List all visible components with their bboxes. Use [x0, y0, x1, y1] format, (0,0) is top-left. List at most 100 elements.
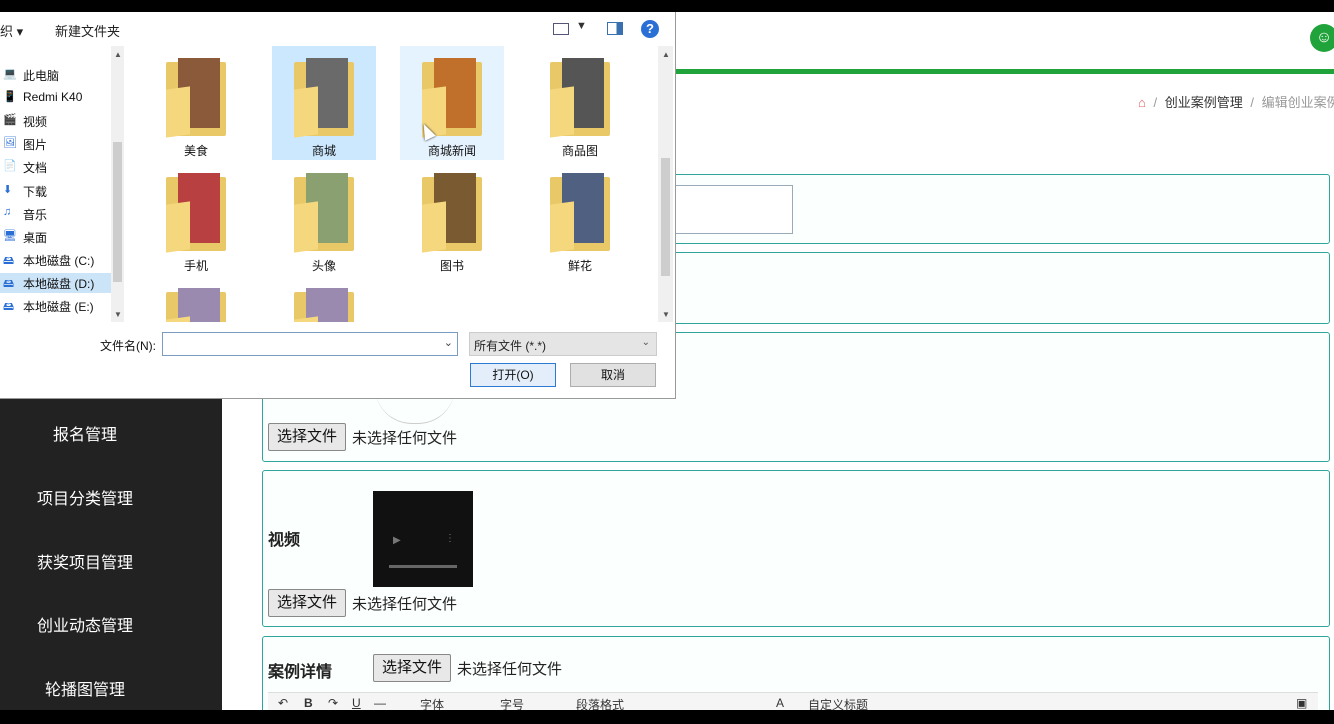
folder-name: 头像 [311, 259, 336, 273]
scroll-down-icon[interactable]: ▼ [114, 310, 122, 319]
scroll-down-icon[interactable]: ▼ [662, 310, 670, 319]
folder-item[interactable] [144, 276, 248, 322]
nav-item[interactable]: 🖴 本地磁盘 (D:) [0, 272, 112, 293]
scroll-up-icon[interactable]: ▲ [662, 50, 670, 59]
nav-item[interactable]: 🖴 本地磁盘 (C:) [0, 250, 112, 270]
nav-item-label: 音乐 [23, 207, 48, 222]
filename-label: 文件名(N): [100, 339, 156, 353]
more-options-icon[interactable]: ⋮ [445, 533, 455, 544]
folder-item[interactable]: 美食 [144, 46, 248, 160]
nav-item[interactable]: 🖴 本地磁盘 (E:) [0, 296, 112, 316]
filetype-value: 所有文件 (*.*) [474, 339, 547, 353]
nav-item-label: 文档 [23, 161, 48, 176]
folder-icon [294, 288, 354, 322]
files-scroll-thumb[interactable] [661, 158, 670, 276]
chevron-down-icon[interactable]: ⌄ [444, 336, 453, 349]
detail-label: 案例详情 [268, 664, 333, 681]
documents-icon: 📄 [3, 160, 17, 173]
image-choose-file-button[interactable]: 选择文件 [268, 423, 347, 451]
sidebar-item-awards[interactable]: 获奖项目管理 [0, 549, 170, 573]
fullscreen-icon[interactable]: ▣ [1296, 696, 1307, 710]
nav-scroll-thumb[interactable] [113, 142, 122, 282]
video-library-icon: 🎬 [3, 114, 17, 127]
folder-item[interactable]: 手机 [144, 161, 248, 275]
home-icon[interactable]: ⌂ [1138, 95, 1146, 110]
folder-item[interactable]: 头像 [272, 161, 376, 275]
navigation-pane: 💻 此电脑 📱 Redmi K40 🎬 视频 🖼 图片 📄 文档 ⬇ 下载 ♫ 音乐 🖥 桌面 🖴 本地磁盘 (C… [0, 46, 124, 322]
folder-name: 商城新闻 [427, 144, 476, 158]
video-choose-file-button[interactable]: 选择文件 [268, 589, 347, 617]
bold-icon[interactable]: B [304, 696, 313, 710]
filetype-select[interactable]: 所有文件 (*.*) ⌄ [469, 332, 657, 356]
breadcrumb-section[interactable]: 创业案例管理 [1165, 95, 1243, 110]
nav-item[interactable]: 📄 文档 [0, 157, 112, 177]
preview-pane-icon[interactable] [607, 22, 623, 35]
help-icon[interactable]: ? [641, 20, 659, 38]
detail-choose-file-button[interactable]: 选择文件 [373, 654, 452, 682]
nav-scrollbar[interactable]: ▲ ▼ [111, 46, 124, 322]
folder-icon [166, 173, 226, 253]
folder-item[interactable] [400, 276, 504, 322]
organize-button[interactable]: 织 ▾ [0, 21, 23, 40]
folder-icon [166, 288, 226, 322]
sidebar-item-project-category[interactable]: 项目分类管理 [0, 485, 170, 509]
folder-item[interactable]: 图书 [400, 161, 504, 275]
file-grid: 美食 商城 商城新闻 商品图手机 头像 图书 鲜花 [128, 46, 658, 322]
folder-icon [294, 173, 354, 253]
chevron-down-icon[interactable]: ▼ [576, 20, 587, 32]
video-preview[interactable]: ▶ ⋮ [373, 491, 473, 587]
breadcrumb-current: 编辑创业案例 [1261, 95, 1334, 110]
new-folder-button[interactable]: 新建文件夹 [55, 21, 120, 40]
nav-item[interactable]: ♫ 音乐 [0, 204, 112, 224]
horizontal-rule-icon[interactable]: — [374, 696, 386, 710]
nav-item-label: 视频 [23, 115, 48, 130]
sidebar-item-carousel[interactable]: 轮播图管理 [0, 676, 170, 700]
top-black-bar [0, 0, 1334, 12]
nav-item-label: 桌面 [23, 230, 48, 245]
download-icon: ⬇ [3, 183, 13, 196]
folder-item[interactable]: 商城新闻 [400, 46, 504, 160]
folder-name: 图书 [439, 259, 464, 273]
sidebar-item-signup[interactable]: 报名管理 [0, 421, 170, 445]
breadcrumb-separator: / [1250, 95, 1254, 110]
folder-icon [166, 58, 226, 138]
underline-icon[interactable]: U [352, 696, 361, 710]
files-scrollbar[interactable]: ▲ ▼ [658, 46, 673, 322]
nav-item-label: Redmi K40 [23, 90, 83, 105]
undo-icon[interactable]: ↶ [278, 696, 288, 710]
computer-icon: 💻 [3, 68, 17, 80]
nav-item[interactable]: 🎬 视频 [0, 111, 112, 131]
scroll-up-icon[interactable]: ▲ [114, 50, 122, 59]
nav-item-label: 本地磁盘 (D:) [23, 276, 95, 291]
video-progress-bar[interactable] [389, 565, 457, 568]
sidebar: 报名管理 项目分类管理 获奖项目管理 创业动态管理 轮播图管理 [0, 399, 222, 710]
breadcrumb-separator: / [1153, 95, 1158, 110]
text-input-field[interactable] [674, 185, 793, 234]
play-icon[interactable]: ▶ [393, 535, 401, 546]
sidebar-item-news[interactable]: 创业动态管理 [0, 612, 170, 636]
nav-item[interactable]: 💻 此电脑 [0, 65, 112, 85]
cancel-button[interactable]: 取消 [570, 363, 656, 387]
open-button[interactable]: 打开(O) [470, 363, 556, 387]
nav-item[interactable]: 🖼 图片 [0, 134, 112, 154]
folder-item[interactable]: 鲜花 [528, 161, 632, 275]
filename-input[interactable]: ⌄ [162, 332, 458, 356]
nav-item[interactable]: ⬇ 下载 [0, 181, 112, 201]
folder-item[interactable]: 商品图 [528, 46, 632, 160]
redo-icon[interactable]: ↷ [328, 696, 338, 710]
font-color-icon[interactable]: A [776, 696, 784, 710]
nav-item[interactable]: 🖥 桌面 [0, 227, 112, 247]
folder-icon [550, 58, 610, 138]
folder-item[interactable]: 商城 [272, 46, 376, 160]
view-options-icon[interactable] [553, 23, 569, 35]
music-icon: ♫ [3, 205, 12, 218]
folder-name: 商城 [311, 144, 336, 158]
folder-item[interactable] [528, 276, 632, 322]
header-accent-line [674, 69, 1334, 74]
folder-icon [422, 173, 482, 253]
user-avatar-icon[interactable]: ☺ [1310, 24, 1334, 52]
nav-item[interactable]: 📱 Redmi K40 [0, 88, 112, 108]
folder-item[interactable] [272, 276, 376, 322]
drive-icon: 🖴 [3, 254, 15, 267]
nav-item-label: 下载 [23, 184, 48, 199]
